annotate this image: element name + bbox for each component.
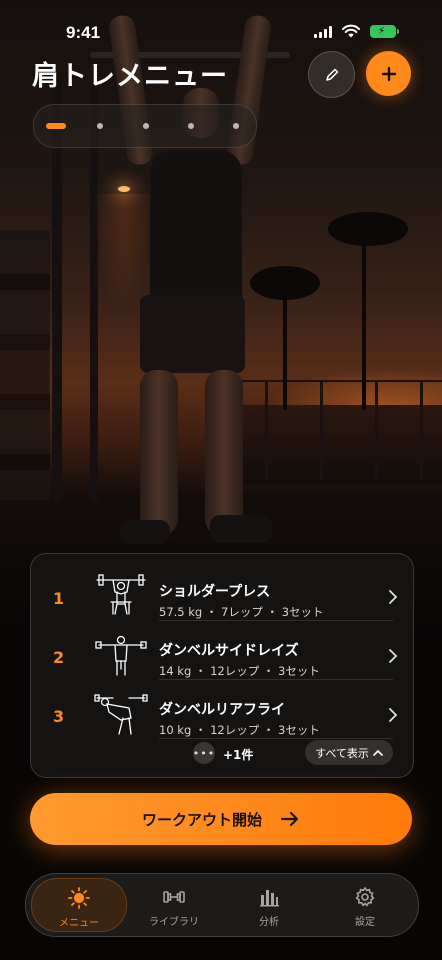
tab-menu[interactable]: メニュー [31, 878, 127, 932]
exercise-number: 2 [53, 648, 65, 667]
add-button[interactable] [366, 51, 411, 96]
arrow-right-icon [280, 811, 299, 827]
shoulder-press-icon [96, 574, 146, 615]
page-dot[interactable] [233, 123, 239, 129]
chevron-right-icon [389, 590, 398, 604]
separator: ・ [194, 723, 207, 737]
ceiling-lamp [118, 186, 130, 192]
tab-bar: メニュー ライブラリ 分析 設定 [25, 873, 419, 937]
athlete-shorts [140, 295, 245, 373]
exercise-name: ダンベルリアフライ [159, 702, 285, 718]
exercise-sets: 3セット [278, 664, 320, 678]
exercise-name: ショルダープレス [159, 584, 271, 600]
chevron-right-icon [389, 649, 398, 663]
exercise-row[interactable]: 1 ショルダープレス 57.5 kg ・ 7レップ ・ 3セット [31, 562, 413, 620]
charging-bolt-icon: ⚡ [378, 26, 386, 37]
tab-label: 分析 [259, 917, 279, 928]
tab-settings[interactable]: 設定 [318, 878, 412, 930]
tab-label: メニュー [59, 918, 99, 929]
chevron-up-icon [373, 749, 383, 756]
railing-post [320, 380, 323, 480]
bar-chart-icon [260, 890, 279, 907]
balcony-railing [230, 380, 442, 382]
show-all-button[interactable]: すべて表示 [305, 740, 393, 765]
exercise-meta: 14 kg ・ 12レップ ・ 3セット [159, 663, 320, 679]
palm-tree [328, 212, 408, 246]
palm-tree [283, 290, 287, 410]
lateral-raise-icon [95, 635, 147, 676]
exercise-sets: 3セット [281, 605, 324, 619]
exercise-meta: 10 kg ・ 12レップ ・ 3セット [159, 722, 320, 738]
tab-library[interactable]: ライブラリ [127, 878, 221, 930]
athlete-tank-top [150, 150, 242, 305]
start-workout-label: ワークアウト開始 [141, 810, 262, 829]
exercise-reps: 12レップ [210, 664, 260, 678]
tab-label: ライブラリ [149, 917, 199, 928]
page-dot[interactable] [188, 123, 194, 129]
sun-icon [68, 887, 90, 909]
exercise-list-card: 1 ショルダープレス 57.5 kg ・ 7レップ ・ 3セット 2 ダンベルサ [30, 553, 414, 778]
tab-analytics[interactable]: 分析 [222, 878, 316, 930]
page-dot[interactable] [97, 123, 103, 129]
separator: ・ [262, 723, 275, 737]
exercise-meta: 57.5 kg ・ 7レップ ・ 3セット [159, 604, 324, 620]
dumbbell-icon [163, 891, 185, 903]
exercise-weight: 14 kg [159, 664, 192, 678]
rear-fly-icon [94, 694, 148, 735]
separator: ・ [262, 664, 275, 678]
weight-plates [0, 230, 50, 500]
edit-button[interactable] [308, 51, 355, 98]
more-count[interactable]: +1件 [223, 746, 253, 763]
railing-post [420, 380, 423, 480]
status-time: 9:41 [66, 23, 101, 42]
separator: ・ [205, 605, 218, 619]
palm-tree [362, 235, 366, 410]
page-title: 肩トレメニュー [32, 61, 228, 92]
railing-post [375, 380, 378, 480]
cellular-signal-icon [314, 26, 332, 38]
page-dot[interactable] [143, 123, 149, 129]
exercise-weight: 10 kg [159, 723, 192, 737]
exercise-name: ダンベルサイドレイズ [159, 643, 299, 659]
status-bar: 9:41 ⚡ [0, 0, 442, 60]
sunset-sea [230, 405, 442, 485]
show-all-label: すべて表示 [315, 746, 369, 760]
exercise-weight: 57.5 kg [159, 605, 203, 619]
exercise-number: 1 [53, 589, 65, 608]
chevron-right-icon [389, 708, 398, 722]
exercise-sets: 3セット [278, 723, 320, 737]
palm-tree [250, 266, 320, 300]
divider [159, 738, 393, 739]
separator: ・ [266, 605, 279, 619]
athlete-leg [140, 370, 178, 535]
exercise-reps: 12レップ [210, 723, 260, 737]
page-dot-active[interactable] [46, 123, 66, 129]
start-workout-button[interactable]: ワークアウト開始 [30, 793, 412, 845]
battery-icon: ⚡ [370, 25, 399, 38]
wifi-icon [342, 24, 360, 38]
gear-icon [355, 886, 375, 907]
pencil-icon [325, 68, 338, 81]
tab-label: 設定 [355, 917, 375, 928]
separator: ・ [194, 664, 207, 678]
plus-icon [381, 66, 396, 81]
athlete-leg [205, 370, 243, 535]
exercise-row[interactable]: 3 ダンベルリアフライ 10 kg ・ 12レップ ・ 3セット [31, 680, 413, 738]
athlete-shoe [210, 515, 272, 543]
exercise-reps: 7レップ [221, 605, 263, 619]
page-indicator[interactable] [33, 104, 257, 148]
exercise-number: 3 [53, 707, 65, 726]
railing-post [265, 380, 268, 480]
exercise-row[interactable]: 2 ダンベルサイドレイズ 14 kg ・ 12レップ ・ 3セット [31, 621, 413, 679]
ellipsis-icon[interactable]: ••• [193, 742, 215, 764]
